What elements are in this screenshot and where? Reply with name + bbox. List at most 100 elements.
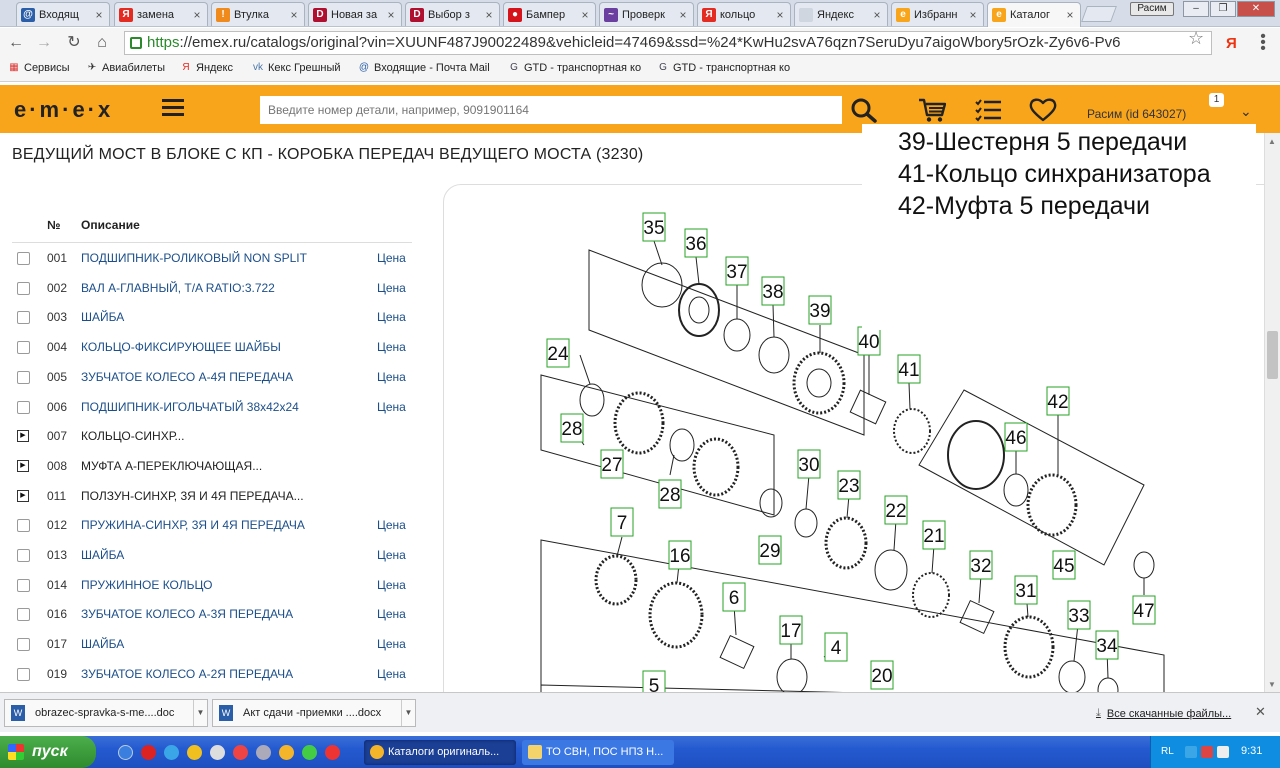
account-menu[interactable]: Расим (id 643027) xyxy=(1087,107,1186,121)
diagram-callout[interactable]: 16 xyxy=(668,540,692,570)
price-link[interactable]: Цена xyxy=(377,518,406,532)
diagram-callout[interactable]: 22 xyxy=(884,495,908,525)
bookmark-item[interactable]: G GTD - транспортная ко xyxy=(657,62,790,74)
price-link[interactable]: Цена xyxy=(377,548,406,562)
favorites-heart-icon[interactable] xyxy=(1029,97,1057,123)
tab-close-icon[interactable]: × xyxy=(1064,8,1076,22)
price-link[interactable]: Цена xyxy=(377,667,406,681)
download-item[interactable]: W Акт сдачи -приемки ....docx ▼ xyxy=(212,699,416,727)
tab-close-icon[interactable]: × xyxy=(967,8,979,22)
price-link[interactable]: Цена xyxy=(377,340,406,354)
price-link[interactable]: Цена xyxy=(377,607,406,621)
table-row[interactable]: 019 ЗУБЧАТОЕ КОЛЕСО А-2Я ПЕРЕДАЧА Цена xyxy=(12,659,412,689)
diagram-callout[interactable]: 33 xyxy=(1067,600,1091,630)
yandex-extension-icon[interactable]: Я xyxy=(1226,35,1237,52)
home-icon[interactable]: ⌂ xyxy=(92,33,112,53)
browser-tab[interactable]: e Каталог × xyxy=(987,2,1081,27)
diagram-callout[interactable]: 36 xyxy=(684,228,708,258)
diagram-callout[interactable]: 23 xyxy=(837,470,861,500)
price-link[interactable]: Цена xyxy=(377,310,406,324)
table-row[interactable]: 001 ПОДШИПНИК-РОЛИКОВЫЙ NON SPLIT Цена xyxy=(12,243,412,273)
row-checkbox[interactable] xyxy=(17,341,30,355)
part-description-link[interactable]: ПРУЖИННОЕ КОЛЬЦО xyxy=(81,578,212,592)
diagram-callout[interactable]: 7 xyxy=(610,507,634,537)
close-window-icon[interactable]: ✕ xyxy=(1237,1,1275,17)
maximize-icon[interactable]: ❐ xyxy=(1210,1,1236,17)
part-description-link[interactable]: ВАЛ А-ГЛАВНЫЙ, T/A RATIO:3.722 xyxy=(81,281,275,295)
scroll-thumb[interactable] xyxy=(1267,331,1278,379)
new-tab-button[interactable] xyxy=(1081,6,1117,22)
browser-tab[interactable]: e Избранн × xyxy=(891,2,984,26)
diagram-callout[interactable]: 31 xyxy=(1014,575,1038,605)
browser-tab[interactable]: ~ Проверк × xyxy=(599,2,694,26)
diagram-callout[interactable]: 17 xyxy=(779,615,803,645)
browser-quicklaunch-icon[interactable] xyxy=(233,745,248,760)
emex-logo[interactable]: e·m·e·x xyxy=(14,97,113,123)
row-checkbox[interactable] xyxy=(17,281,30,295)
diagram-callout[interactable]: 21 xyxy=(922,520,946,550)
bookmark-item[interactable]: G GTD - транспортная ко xyxy=(508,62,641,74)
orders-list-icon[interactable] xyxy=(974,97,1002,123)
part-description-link[interactable]: МУФТА А-ПЕРЕКЛЮЧАЮЩАЯ... xyxy=(81,459,262,473)
table-row[interactable]: 006 ПОДШИПНИК-ИГОЛЬЧАТЫЙ 38x42x24 Цена xyxy=(12,392,412,422)
bookmark-item[interactable]: @ Входящие - Почта Mail xyxy=(358,62,490,74)
diagram-callout[interactable]: 45 xyxy=(1052,550,1076,580)
start-button[interactable]: пуск xyxy=(0,736,96,768)
table-row[interactable]: 003 ШАЙБА Цена xyxy=(12,302,412,332)
part-description-link[interactable]: ЗУБЧАТОЕ КОЛЕСО А-2Я ПЕРЕДАЧА xyxy=(81,667,293,681)
yandex-browser-icon[interactable] xyxy=(325,745,340,760)
chevron-down-icon[interactable]: ⌄ xyxy=(1240,103,1252,120)
tab-close-icon[interactable]: × xyxy=(483,8,495,22)
table-row[interactable]: 016 ЗУБЧАТОЕ КОЛЕСО А-3Я ПЕРЕДАЧА Цена xyxy=(12,599,412,629)
diagram-callout[interactable]: 42 xyxy=(1046,386,1070,416)
diagram-callout[interactable]: 27 xyxy=(600,449,624,479)
tab-close-icon[interactable]: × xyxy=(191,8,203,22)
minimize-icon[interactable]: – xyxy=(1183,1,1209,17)
browser-tab[interactable]: @ Входящ × xyxy=(16,2,110,26)
task-explorer-window[interactable]: ТО СВН, ПОС НПЗ Н... xyxy=(522,740,674,765)
part-description-link[interactable]: ПОДШИПНИК-РОЛИКОВЫЙ NON SPLIT xyxy=(81,251,307,265)
diagram-callout[interactable]: 20 xyxy=(870,660,894,690)
part-description-link[interactable]: ЗУБЧАТОЕ КОЛЕСО А-3Я ПЕРЕДАЧА xyxy=(81,607,293,621)
table-row[interactable]: 005 ЗУБЧАТОЕ КОЛЕСО А-4Я ПЕРЕДАЧА Цена xyxy=(12,362,412,392)
address-bar[interactable]: https://emex.ru/catalogs/original?vin=XU… xyxy=(124,31,1212,55)
cart-icon[interactable] xyxy=(918,97,946,123)
table-row[interactable]: ▶ 007 КОЛЬЦО-СИНХР... xyxy=(12,421,412,451)
tab-close-icon[interactable]: × xyxy=(288,8,300,22)
browser-tab[interactable]: Яндекс × xyxy=(794,2,888,26)
task-chrome-window[interactable]: Каталоги оригиналь... xyxy=(364,740,516,765)
part-description-link[interactable]: ШАЙБА xyxy=(81,548,124,562)
bookmark-item[interactable]: ▦ Сервисы xyxy=(8,62,69,74)
row-checkbox[interactable] xyxy=(17,370,30,384)
diagram-callout[interactable]: 5 xyxy=(642,670,666,694)
bookmark-item[interactable]: ✈ Авиабилеты xyxy=(86,62,165,74)
chrome-icon[interactable] xyxy=(279,745,294,760)
bookmark-item[interactable]: Я Яндекс xyxy=(180,62,233,74)
diagram-callout[interactable]: 32 xyxy=(969,550,993,580)
browser-tab[interactable]: ! Втулка × xyxy=(211,2,305,26)
table-row[interactable]: ▶ 011 ПОЛЗУН-СИНХР, 3Я И 4Я ПЕРЕДАЧА... xyxy=(12,481,412,511)
price-link[interactable]: Цена xyxy=(377,578,406,592)
part-description-link[interactable]: ЗУБЧАТОЕ КОЛЕСО А-4Я ПЕРЕДАЧА xyxy=(81,370,293,384)
diagram-callout[interactable]: 38 xyxy=(761,276,785,306)
diagram-callout[interactable]: 40 xyxy=(857,326,881,356)
table-row[interactable]: 002 ВАЛ А-ГЛАВНЫЙ, T/A RATIO:3.722 Цена xyxy=(12,273,412,303)
row-checkbox[interactable] xyxy=(17,638,30,652)
diagram-callout[interactable]: 47 xyxy=(1132,595,1156,625)
tab-close-icon[interactable]: × xyxy=(579,8,591,22)
expand-row-icon[interactable]: ▶ xyxy=(17,430,29,443)
diagram-callout[interactable]: 34 xyxy=(1095,630,1119,660)
reload-icon[interactable]: ↻ xyxy=(64,33,84,53)
tab-close-icon[interactable]: × xyxy=(774,8,786,22)
show-desktop-icon[interactable] xyxy=(118,745,133,760)
search-icon[interactable] xyxy=(850,97,878,123)
price-link[interactable]: Цена xyxy=(377,281,406,295)
diagram-callout[interactable]: 28 xyxy=(560,413,584,443)
tab-close-icon[interactable]: × xyxy=(93,8,105,22)
part-description-link[interactable]: ПОЛЗУН-СИНХР, 3Я И 4Я ПЕРЕДАЧА... xyxy=(81,489,304,503)
expand-row-icon[interactable]: ▶ xyxy=(17,459,29,472)
table-row[interactable]: 012 ПРУЖИНА-СИНХР, 3Я И 4Я ПЕРЕДАЧА Цена xyxy=(12,510,412,540)
bookmark-star-icon[interactable]: ☆ xyxy=(1188,28,1204,49)
price-link[interactable]: Цена xyxy=(377,400,406,414)
row-checkbox[interactable] xyxy=(17,608,30,622)
